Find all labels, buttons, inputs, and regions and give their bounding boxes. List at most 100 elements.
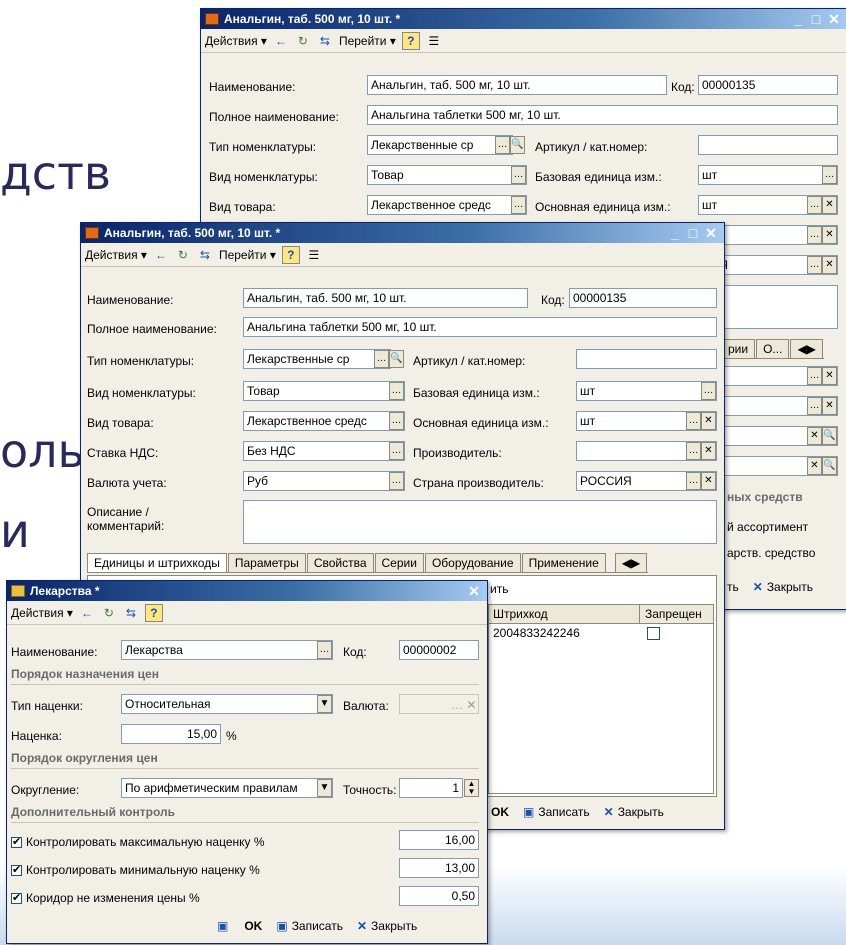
- tab-units-barcodes[interactable]: Единицы и штрихкоды: [87, 553, 227, 572]
- close-window-button[interactable]: ✕ Закрыть: [604, 805, 664, 819]
- tab-other[interactable]: О...: [756, 339, 790, 358]
- back-arrow-icon[interactable]: ←: [273, 33, 289, 49]
- tab-properties[interactable]: Свойства: [306, 553, 374, 572]
- window-titlebar[interactable]: Лекарства * ✕: [7, 581, 487, 601]
- goto-icon[interactable]: ⇆: [197, 247, 213, 263]
- maximize-button[interactable]: □: [807, 11, 825, 27]
- list-icon[interactable]: ☰: [426, 33, 442, 49]
- rounding-select[interactable]: По арифметическим правилам: [121, 778, 333, 798]
- goto-icon[interactable]: ⇆: [123, 605, 139, 621]
- description-field[interactable]: [243, 500, 717, 544]
- fullname-field[interactable]: Анальгина таблетки 500 мг, 10 шт.: [367, 105, 838, 125]
- select-button[interactable]: …: [495, 136, 510, 154]
- vat-field[interactable]: Без НДС: [243, 441, 405, 461]
- window-titlebar[interactable]: Анальгин, таб. 500 мг, 10 шт. * _ □ ✕: [201, 9, 846, 29]
- code-field[interactable]: 00000002: [399, 640, 479, 660]
- select-button[interactable]: …: [807, 256, 822, 274]
- minimize-button[interactable]: _: [666, 225, 684, 241]
- actions-menu[interactable]: Действия ▾: [11, 606, 73, 620]
- banned-checkbox[interactable]: [647, 627, 660, 640]
- select-button[interactable]: …: [822, 166, 837, 184]
- goto-menu[interactable]: Перейти ▾: [219, 248, 276, 262]
- search-icon[interactable]: 🔍: [822, 427, 837, 445]
- write-button[interactable]: ▣ Записать: [523, 805, 590, 819]
- min-markup-field[interactable]: 13,00: [399, 858, 479, 878]
- tab-usage[interactable]: Применение: [521, 553, 606, 572]
- fullname-field[interactable]: Анальгина таблетки 500 мг, 10 шт.: [243, 317, 717, 337]
- type-field[interactable]: Лекарственные ср: [243, 349, 391, 369]
- select-button[interactable]: …: [686, 412, 701, 430]
- select-button[interactable]: …: [317, 641, 332, 659]
- select-button[interactable]: …: [807, 196, 822, 214]
- close-button[interactable]: ✕: [465, 583, 483, 600]
- window-titlebar[interactable]: Анальгин, таб. 500 мг, 10 шт. * _ □ ✕: [81, 223, 724, 243]
- ok-button[interactable]: OK: [244, 919, 262, 933]
- markup-type-select[interactable]: Относительная: [121, 694, 333, 714]
- goods-field[interactable]: Лекарственное средс: [367, 195, 527, 215]
- name-field[interactable]: Анальгин, таб. 500 мг, 10 шт.: [367, 75, 667, 95]
- select-button[interactable]: …: [686, 442, 701, 460]
- check-row-max-markup[interactable]: Контролировать максимальную наценку %: [11, 835, 265, 849]
- chevron-down-icon[interactable]: ▼: [317, 779, 332, 797]
- close-button[interactable]: ✕: [702, 225, 720, 242]
- barcode-column-header[interactable]: Штрихкод: [493, 607, 548, 621]
- tab-series[interactable]: рии: [721, 339, 756, 358]
- refresh-icon[interactable]: ↻: [175, 247, 191, 263]
- help-icon[interactable]: ?: [281, 245, 300, 264]
- select-button[interactable]: …: [389, 472, 404, 490]
- list-icon[interactable]: ☰: [306, 247, 322, 263]
- select-button[interactable]: …: [511, 196, 526, 214]
- select-button[interactable]: …: [701, 382, 716, 400]
- article-field[interactable]: [698, 135, 838, 155]
- select-button[interactable]: …: [807, 226, 822, 244]
- check-row-price-corridor[interactable]: Коридор не изменения цены %: [11, 891, 200, 905]
- type-field[interactable]: Лекарственные ср: [367, 135, 513, 155]
- search-icon[interactable]: 🔍: [389, 350, 404, 368]
- actions-menu[interactable]: Действия ▾: [85, 248, 147, 262]
- base-unit-field[interactable]: шт: [698, 165, 838, 185]
- help-icon[interactable]: ?: [401, 31, 420, 50]
- actions-menu[interactable]: Действия ▾: [205, 34, 267, 48]
- search-icon[interactable]: 🔍: [822, 457, 837, 475]
- clear-icon[interactable]: ✕: [701, 472, 716, 490]
- kind-field[interactable]: Товар: [367, 165, 527, 185]
- minimize-button[interactable]: _: [789, 11, 807, 27]
- select-button[interactable]: …: [511, 166, 526, 184]
- check-row-min-markup[interactable]: Контролировать минимальную наценку %: [11, 863, 260, 877]
- close-window-button[interactable]: ✕ Закрыть: [357, 919, 417, 933]
- tabs-scroll-arrows[interactable]: ◀▶: [614, 553, 648, 572]
- clear-icon[interactable]: ✕: [822, 196, 837, 214]
- write-button-partial[interactable]: ть: [727, 580, 739, 594]
- select-button[interactable]: …: [389, 412, 404, 430]
- clear-icon[interactable]: ✕: [807, 457, 822, 475]
- back-arrow-icon[interactable]: ←: [153, 247, 169, 263]
- select-button[interactable]: …: [374, 350, 389, 368]
- code-field[interactable]: 00000135: [569, 288, 717, 308]
- price-corridor-field[interactable]: 0,50: [399, 886, 479, 906]
- tabs-scroll-arrows[interactable]: ◀▶: [790, 339, 823, 358]
- tab-equipment[interactable]: Оборудование: [424, 553, 521, 572]
- select-button[interactable]: …: [807, 397, 822, 415]
- select-button[interactable]: …: [389, 382, 404, 400]
- code-field[interactable]: 00000135: [698, 75, 838, 95]
- name-field[interactable]: Лекарства: [121, 640, 333, 660]
- clear-icon[interactable]: ✕: [822, 226, 837, 244]
- kind-field[interactable]: Товар: [243, 381, 405, 401]
- tab-series[interactable]: Серии: [374, 553, 424, 572]
- article-field[interactable]: [576, 349, 717, 369]
- clear-icon[interactable]: ✕: [701, 442, 716, 460]
- write-button[interactable]: ▣ Записать: [276, 919, 343, 933]
- chevron-down-icon[interactable]: ▼: [317, 695, 332, 713]
- table-row[interactable]: 2004833242246: [489, 624, 713, 642]
- refresh-icon[interactable]: ↻: [101, 605, 117, 621]
- clear-icon[interactable]: ✕: [807, 427, 822, 445]
- clear-icon[interactable]: ✕: [822, 367, 837, 385]
- max-markup-checkbox[interactable]: [11, 835, 22, 849]
- markup-field[interactable]: 15,00: [121, 724, 221, 744]
- back-arrow-icon[interactable]: ←: [79, 605, 95, 621]
- select-button[interactable]: …: [807, 367, 822, 385]
- refresh-icon[interactable]: ↻: [295, 33, 311, 49]
- precision-stepper[interactable]: ▲ ▼: [464, 779, 479, 797]
- goto-menu[interactable]: Перейти ▾: [339, 34, 396, 48]
- goto-icon[interactable]: ⇆: [317, 33, 333, 49]
